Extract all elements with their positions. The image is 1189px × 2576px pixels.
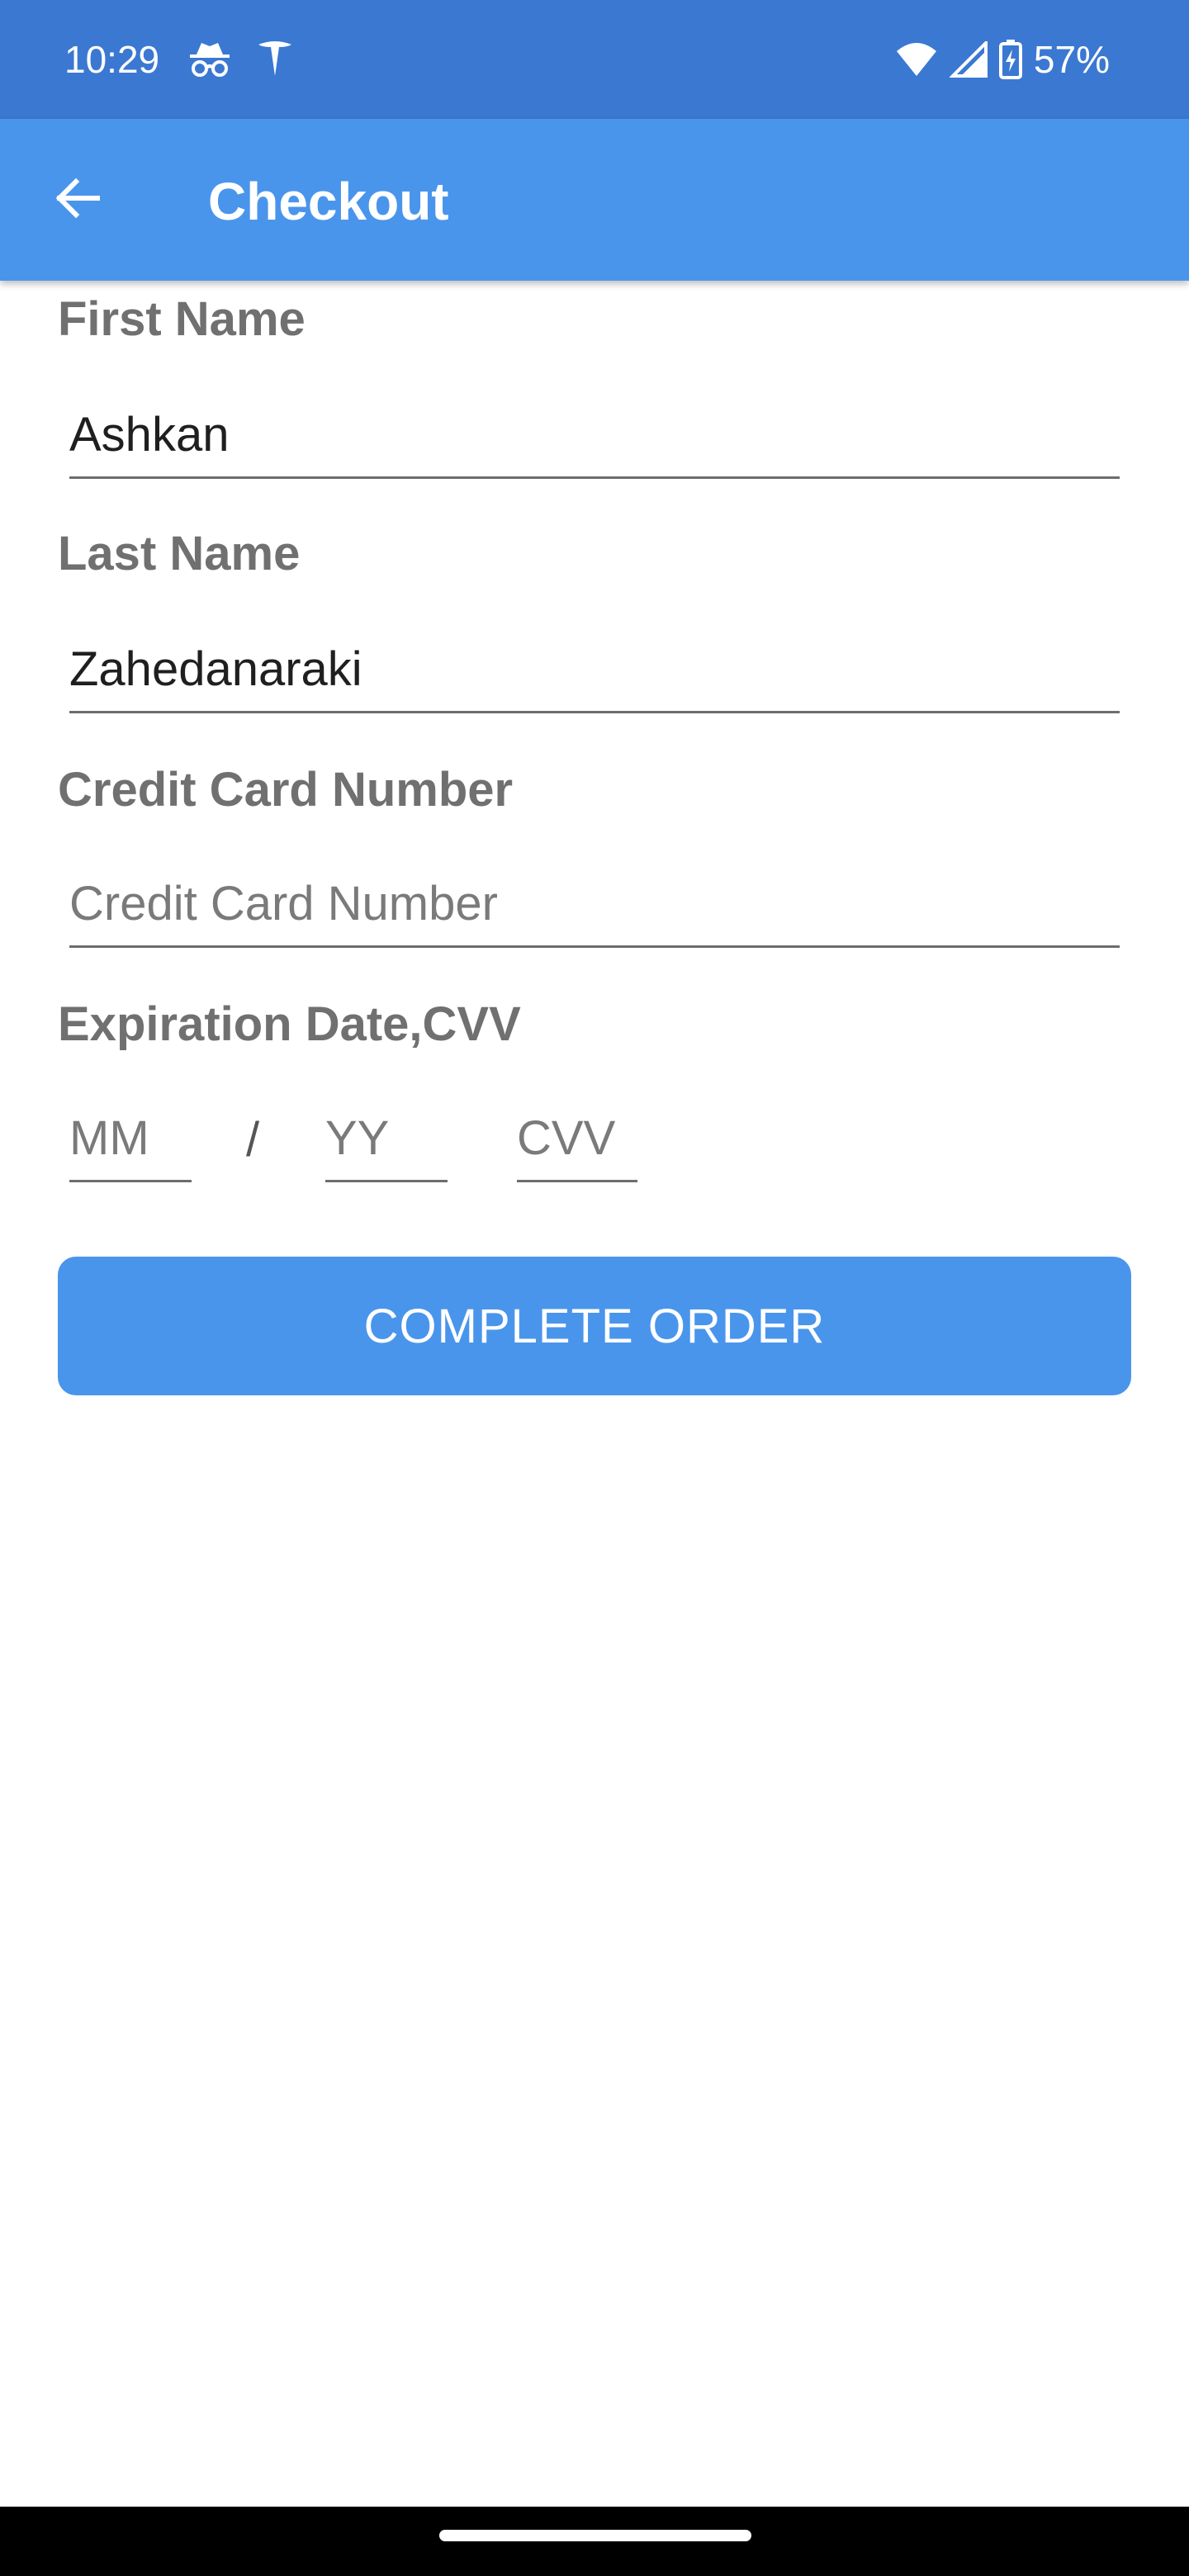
wifi-icon [895, 41, 938, 78]
last-name-field-container [69, 627, 1120, 713]
first-name-label: First Name [58, 292, 306, 346]
last-name-input[interactable] [69, 627, 1120, 711]
status-bar: 10:29 57% [0, 0, 1189, 119]
status-time: 10:29 [64, 38, 160, 81]
date-separator: / [246, 1113, 260, 1167]
checkout-screen: 10:29 57% Checkout First Name Ashkan Las… [0, 0, 1189, 2576]
expiry-year-container [325, 1096, 448, 1182]
battery-charging-icon [998, 40, 1022, 79]
cvv-container [517, 1096, 637, 1182]
card-number-input[interactable] [69, 862, 1120, 945]
tesla-icon [256, 40, 294, 79]
first-name-field-container [69, 393, 1120, 479]
cvv-input[interactable] [517, 1096, 637, 1180]
home-gesture-handle[interactable] [439, 2530, 751, 2541]
complete-order-button[interactable]: COMPLETE ORDER [58, 1257, 1131, 1395]
expiry-month-input[interactable] [69, 1096, 192, 1180]
first-name-input[interactable] [69, 393, 1120, 476]
card-number-label: Credit Card Number [58, 763, 514, 817]
status-right-icons: 57% [895, 36, 1110, 83]
expiry-year-input[interactable] [325, 1096, 448, 1180]
navigation-bar [0, 2507, 1189, 2576]
page-title: Checkout [208, 172, 449, 231]
expiry-month-container [69, 1096, 192, 1182]
battery-percentage: 57% [1033, 38, 1110, 81]
incognito-icon [188, 40, 231, 79]
expiration-label: Expiration Date,CVV [58, 997, 521, 1051]
last-name-label: Last Name [58, 527, 301, 580]
card-number-field-container [69, 862, 1120, 948]
back-button[interactable] [36, 159, 119, 241]
arrow-back-icon [51, 172, 104, 229]
status-left-icons [188, 40, 294, 79]
signal-icon [949, 41, 988, 78]
app-bar: Checkout [0, 119, 1189, 281]
